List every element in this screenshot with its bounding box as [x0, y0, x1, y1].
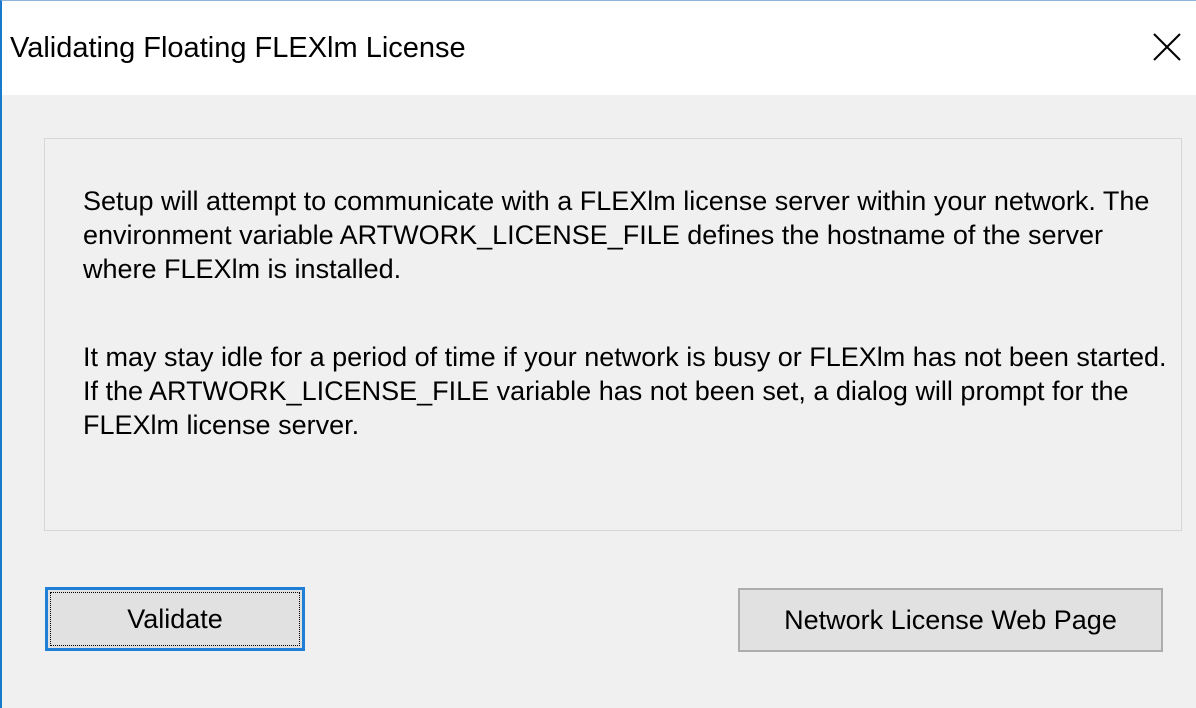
title-bar[interactable]: Validating Floating FLEXlm License: [2, 1, 1196, 95]
network-button-label: Network License Web Page: [784, 605, 1117, 635]
validate-button[interactable]: Validate: [45, 587, 305, 651]
message-panel: Setup will attempt to communicate with a…: [44, 138, 1182, 531]
dialog-title: Validating Floating FLEXlm License: [10, 32, 466, 64]
license-dialog: Validating Floating FLEXlm License Setup…: [0, 0, 1196, 708]
message-paragraph-1: Setup will attempt to communicate with a…: [83, 186, 1150, 284]
close-icon: [1153, 33, 1181, 61]
validate-button-label: Validate: [127, 604, 223, 634]
close-button[interactable]: [1106, 1, 1196, 95]
network-license-web-page-button[interactable]: Network License Web Page: [738, 588, 1163, 652]
message-paragraph-2: It may stay idle for a period of time if…: [83, 342, 1167, 440]
